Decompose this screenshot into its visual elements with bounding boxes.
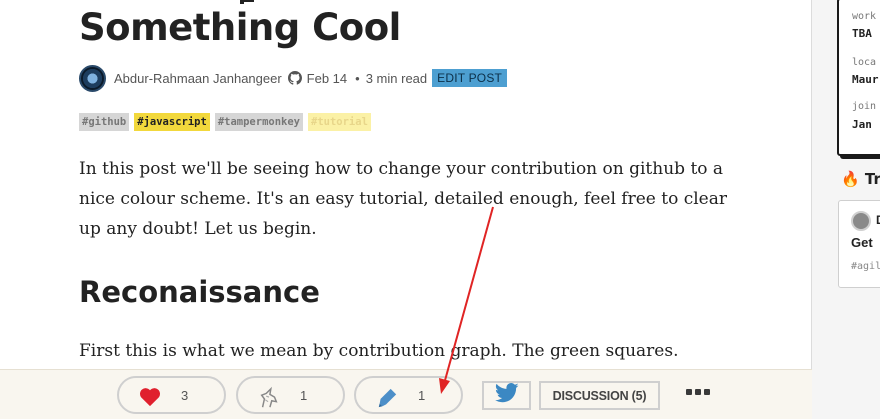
meta-separator: • [355,70,360,86]
twitter-icon [494,383,519,408]
twitter-share-button[interactable] [482,381,531,410]
profile-location-value: Maur [852,73,879,86]
reaction-bar: 3 1 1 DISCUSSION (5) [0,369,812,419]
section-heading: Reconaissance [79,275,320,309]
right-sidebar: work TBA loca Maur join Jan 🔥 Tr D Get #… [812,0,880,419]
trending-author-name: D [876,213,880,227]
tag-tutorial[interactable]: #tutorial [308,113,371,131]
trending-article-card[interactable]: D Get #agil [838,200,880,288]
trending-author-avatar [851,211,871,231]
article-panel: Something Cool Abdur-Rahmaan Janhangeer … [0,0,812,419]
heart-reaction-button[interactable]: 3 [117,376,226,414]
github-icon[interactable] [287,71,302,85]
profile-joined-label: join [852,101,877,112]
intro-paragraph: In this post we'll be seeing how to chan… [79,159,727,239]
article-title: Something Cool [79,6,401,49]
unicorn-count: 1 [300,388,308,403]
bookmark-count: 1 [418,388,426,403]
tag-tampermonkey[interactable]: #tampermonkey [214,113,303,131]
trending-article-tag[interactable]: #agil [851,261,880,272]
heart-count: 3 [181,388,189,403]
bookmark-reaction-button[interactable]: 1 [354,376,463,414]
more-icon[interactable] [686,389,710,395]
tag-list: #github #javascript #tampermonkey #tutor… [79,113,371,131]
profile-work-label: work [852,11,877,22]
body-paragraph: First this is what we mean by contributi… [79,341,679,361]
post-date: Feb 14 [306,70,348,86]
discussion-button[interactable]: DISCUSSION (5) [539,381,660,410]
tag-javascript[interactable]: #javascript [134,113,210,131]
trending-article-title[interactable]: Get [851,235,873,250]
read-time: 3 min read [365,70,428,86]
unicorn-reaction-button[interactable]: 1 [236,376,345,414]
author-name[interactable]: Abdur-Rahmaan Janhangeer [114,71,282,86]
profile-joined-value: Jan [852,118,872,131]
trending-title: 🔥 Tr [841,170,880,188]
bookmark-icon [376,386,398,408]
previous-title-line-fragment [240,0,370,4]
profile-location-label: loca [852,57,877,68]
tag-github[interactable]: #github [79,113,130,131]
article-meta: Abdur-Rahmaan Janhangeer Feb 14 • 3 min … [79,64,508,92]
profile-work-value: TBA [852,27,872,40]
author-profile-card: work TBA loca Maur join Jan [837,0,880,156]
edit-post-button[interactable]: EDIT POST [432,69,508,87]
heart-icon [139,386,161,407]
author-avatar[interactable] [79,64,106,92]
unicorn-icon [258,386,280,408]
